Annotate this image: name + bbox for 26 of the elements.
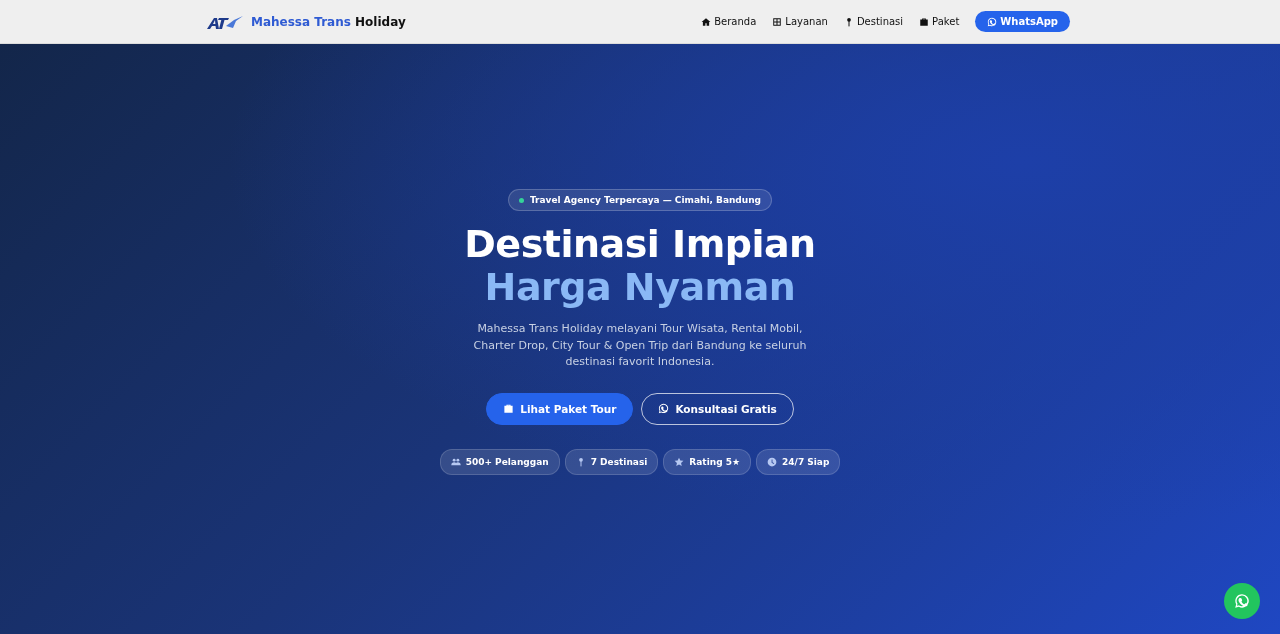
users-icon xyxy=(450,456,461,467)
hero-heading: Destinasi Impian Harga Nyaman xyxy=(464,223,816,309)
brand-name[interactable]: Mahessa Trans Holiday xyxy=(251,14,406,29)
nav-link[interactable]: Destinasi xyxy=(843,16,904,27)
tour-packages-button[interactable]: Lihat Paket Tour xyxy=(486,392,634,425)
stat-chip: Rating 5★ xyxy=(663,448,752,475)
nav-link[interactable]: Layanan xyxy=(772,16,828,27)
stat-chip: 500+ Pelanggan xyxy=(439,448,560,475)
bag-icon xyxy=(503,403,515,414)
home-icon xyxy=(701,16,712,27)
whatsapp-icon xyxy=(1234,593,1250,609)
whatsapp-icon xyxy=(987,16,998,27)
clock-icon xyxy=(767,456,778,467)
stat-chip: 7 Destinasi xyxy=(564,448,659,475)
whatsapp-icon xyxy=(658,403,670,414)
badge-text: Travel Agency Terpercaya — Cimahi, Bandung xyxy=(529,195,762,205)
hero-description: Mahessa Trans Holiday melayani Tour Wisata, Rental Mobil, Charter Drop, City Tour & Open Trip dari Bandung ke seluruh destinasi favorit Indonesia. xyxy=(472,321,808,370)
nav-link[interactable]: Paket xyxy=(919,16,960,27)
bag-icon xyxy=(919,16,930,27)
star-icon xyxy=(674,456,685,467)
status-dot xyxy=(518,197,524,203)
nav-link[interactable]: Beranda xyxy=(701,16,757,27)
grid-icon xyxy=(772,16,783,27)
whatsapp-button[interactable]: WhatsApp xyxy=(975,11,1070,32)
stat-chip: 24/7 Siap xyxy=(756,448,841,475)
whatsapp-float-button[interactable] xyxy=(1224,583,1260,619)
